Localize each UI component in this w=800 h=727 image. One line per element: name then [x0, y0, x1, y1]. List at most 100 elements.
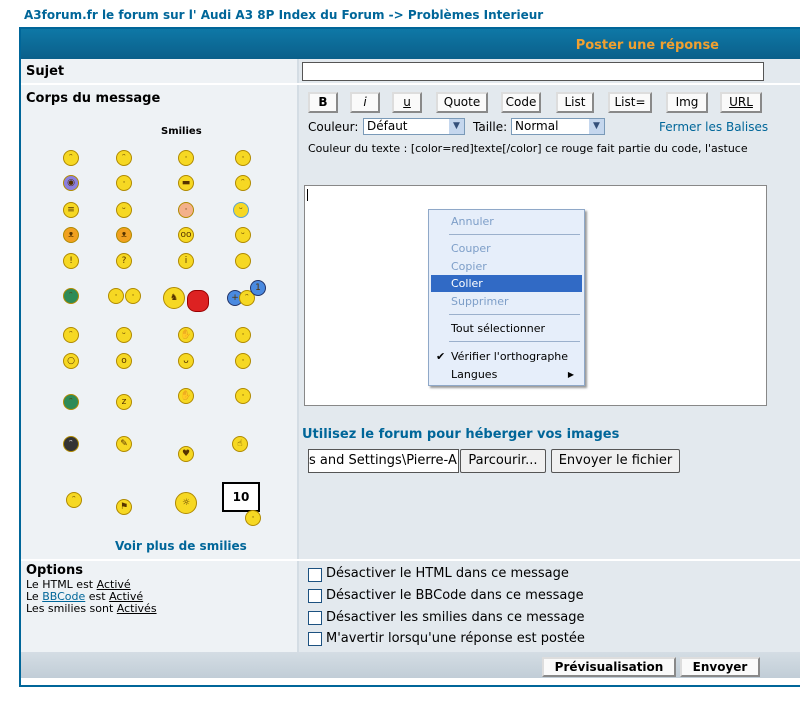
notify-checkbox[interactable] [308, 632, 322, 646]
quote-button[interactable]: Quote [436, 92, 488, 113]
smiley-icon[interactable]: 1 [250, 280, 266, 296]
smiley-icon[interactable]: ♥ [178, 446, 194, 462]
options-panel: Options Le HTML est Activé Le BBCode est… [21, 561, 299, 652]
smiley-icon[interactable]: i [178, 253, 194, 269]
menu-separator [449, 341, 580, 342]
smiley-icon[interactable]: ᵔ [63, 394, 79, 410]
smiley-icon[interactable]: o [116, 353, 132, 369]
smiley-icon[interactable] [187, 290, 209, 312]
page-title: Poster une réponse [575, 38, 719, 53]
italic-button[interactable]: i [350, 92, 380, 113]
smiley-icon[interactable] [235, 253, 251, 269]
menu-item-spellcheck[interactable]: ✔ Vérifier l'orthographe [431, 348, 582, 365]
smiley-icon[interactable]: · [235, 353, 251, 369]
smiley-icon[interactable]: ᴗ [178, 353, 194, 369]
submit-bar: Prévisualisation Envoyer [21, 652, 800, 678]
smiley-icon[interactable]: ᵔ [63, 327, 79, 343]
menu-separator [449, 314, 580, 315]
bbcode-help-text: Couleur du texte : [color=red]texte[/col… [308, 142, 748, 155]
size-select[interactable]: Normal ▼ [511, 118, 605, 135]
text-caret [307, 189, 308, 201]
smiley-icon[interactable]: ᵕ [235, 227, 251, 243]
submit-button[interactable]: Envoyer [680, 657, 760, 677]
context-menu: Annuler Couper Copier Coller Supprimer T… [428, 209, 585, 386]
browse-button[interactable]: Parcourir... [460, 449, 546, 473]
smiley-icon[interactable]: · [245, 510, 261, 526]
smiley-icon[interactable]: ✋ [178, 327, 194, 343]
breadcrumb-forum-index[interactable]: A3forum.fr le forum sur l' Audi A3 8P In… [24, 8, 384, 22]
send-file-button[interactable]: Envoyer le fichier [551, 449, 680, 473]
smiley-icon[interactable]: ᵔ [116, 150, 132, 166]
smiley-icon[interactable]: ✎ [116, 436, 132, 452]
smiley-icon[interactable]: ◉ [63, 175, 79, 191]
smiley-icon[interactable]: ! [63, 253, 79, 269]
smiley-icon[interactable]: ᵔ [63, 436, 79, 452]
smiley-icon[interactable]: ○ [63, 353, 79, 369]
smiley-icon[interactable]: ☝ [232, 436, 248, 452]
body-label: Corps du message [26, 91, 161, 106]
smiley-icon[interactable]: · [235, 150, 251, 166]
smiley-icon[interactable]: ᵔ [63, 288, 79, 304]
smiley-icon[interactable]: · [125, 288, 141, 304]
smiley-icon[interactable]: ᵕ [116, 202, 132, 218]
options-title: Options [26, 563, 83, 578]
smiley-icon[interactable]: ✋ [178, 388, 194, 404]
smiley-icon[interactable]: ᴥ [63, 227, 79, 243]
smiley-icon[interactable]: ᵔ [66, 492, 82, 508]
smiley-icon[interactable]: ᵔ [63, 150, 79, 166]
file-path-input[interactable]: s and Settings\Pierre-Ale [308, 449, 459, 473]
menu-item-undo[interactable]: Annuler [431, 213, 582, 230]
smiley-icon[interactable]: oo [178, 227, 194, 243]
menu-item-select-all[interactable]: Tout sélectionner [431, 320, 582, 337]
smiley-icon[interactable]: · [235, 388, 251, 404]
color-select-value: Défaut [367, 119, 408, 133]
menu-item-languages[interactable]: Langues ▶ [431, 366, 582, 383]
menu-item-delete[interactable]: Supprimer [431, 293, 582, 310]
close-tags-link[interactable]: Fermer les Balises [659, 120, 768, 134]
menu-item-paste[interactable]: Coller [431, 275, 582, 292]
smiley-icon[interactable]: ☼ [175, 492, 197, 514]
smiley-icon[interactable]: ᵕ [116, 327, 132, 343]
underline-button[interactable]: u [392, 92, 422, 113]
preview-button[interactable]: Prévisualisation [542, 657, 676, 677]
subject-label: Sujet [26, 64, 65, 79]
url-button[interactable]: URL [720, 92, 762, 113]
disable-smilies-checkbox[interactable] [308, 611, 322, 625]
options-checkboxes: Désactiver le HTML dans ce message Désac… [299, 561, 800, 652]
smiley-icon[interactable]: · [178, 202, 194, 218]
smiley-icon[interactable]: · [108, 288, 124, 304]
smilies-status: Les smilies sont Activés [26, 602, 157, 615]
breadcrumb-section[interactable]: Problèmes Interieur [408, 8, 543, 22]
chevron-down-icon[interactable]: ▼ [449, 119, 464, 134]
smiley-icon[interactable]: ▬ [178, 175, 194, 191]
list-button[interactable]: List [556, 92, 594, 113]
disable-html-checkbox[interactable] [308, 568, 322, 582]
smiley-icon[interactable]: ᴥ [116, 227, 132, 243]
more-smilies-link[interactable]: Voir plus de smilies [115, 539, 247, 553]
code-button[interactable]: Code [501, 92, 541, 113]
smiley-icon[interactable]: · [116, 175, 132, 191]
ordered-list-button[interactable]: List= [608, 92, 652, 113]
smiley-icon[interactable]: ᵔ [235, 175, 251, 191]
smiley-icon[interactable]: ⚑ [116, 499, 132, 515]
size-label: Taille: [473, 120, 508, 134]
smiley-icon[interactable]: z [116, 394, 132, 410]
bold-button[interactable]: B [308, 92, 338, 113]
smiley-icon[interactable]: ≡ [63, 202, 79, 218]
disable-html-label: Désactiver le HTML dans ce message [326, 566, 569, 581]
smiley-icon[interactable]: · [178, 150, 194, 166]
smiley-icon[interactable]: ᵕ [233, 202, 249, 218]
smiley-icon[interactable]: ♞ [163, 287, 185, 309]
chevron-down-icon[interactable]: ▼ [589, 119, 604, 134]
subject-input[interactable] [302, 62, 764, 81]
disable-bbcode-checkbox[interactable] [308, 589, 322, 603]
smiley-icon[interactable]: ? [116, 253, 132, 269]
smiley-icon[interactable]: · [235, 327, 251, 343]
image-button[interactable]: Img [666, 92, 708, 113]
color-select[interactable]: Défaut ▼ [363, 118, 465, 135]
subject-input-cell [299, 59, 800, 83]
menu-item-copy[interactable]: Copier [431, 258, 582, 275]
smilies-panel: Corps du message Smilies ᵔ ᵔ · · ◉ · ▬ ᵔ… [21, 85, 299, 559]
score-sign-icon[interactable]: 10 [222, 482, 260, 512]
menu-item-cut[interactable]: Couper [431, 240, 582, 257]
